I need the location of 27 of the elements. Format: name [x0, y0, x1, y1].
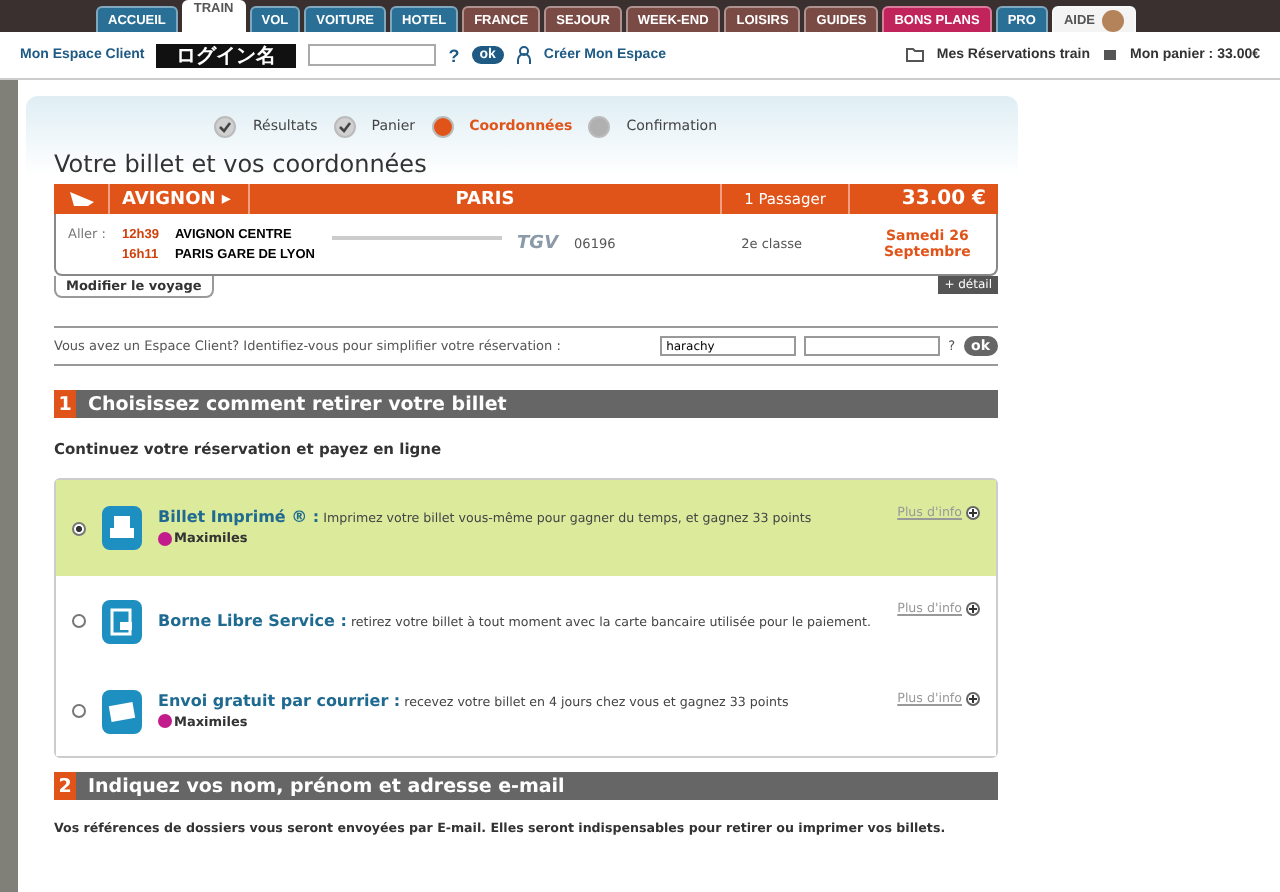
destination-station: PARIS [455, 189, 515, 209]
avatar-icon [1102, 9, 1125, 31]
kiosk-icon [102, 599, 142, 643]
plus-icon[interactable] [966, 692, 980, 706]
basket-icon [1102, 47, 1119, 63]
plus-icon[interactable] [966, 602, 980, 616]
login-field[interactable]: ログイン名 [156, 43, 297, 67]
section-title: Choisissez comment retirer votre billet [88, 393, 507, 415]
train-icon [67, 190, 95, 208]
radio-button[interactable] [72, 704, 86, 718]
folder-icon [906, 48, 925, 62]
password-field[interactable] [308, 44, 437, 66]
radio-button[interactable] [72, 521, 86, 535]
trip-price: 33.00 € [901, 188, 986, 210]
train-brand-logo: TGV [517, 234, 559, 254]
plus-icon[interactable] [966, 506, 980, 520]
help-link[interactable]: ? [448, 45, 460, 65]
section-number: 1 [54, 390, 76, 418]
user-icon [515, 46, 532, 64]
section-number: 2 [54, 772, 76, 800]
section-title: Indiquez vos nom, prénom et adresse e-mail [88, 775, 565, 797]
radio-button[interactable] [72, 614, 86, 628]
password-field[interactable] [804, 336, 941, 356]
origin-station: AVIGNON ▸ [122, 189, 231, 209]
envelope-icon [102, 689, 142, 733]
page-title: Votre billet et vos coordonnées [54, 150, 429, 178]
printer-icon [102, 506, 142, 550]
